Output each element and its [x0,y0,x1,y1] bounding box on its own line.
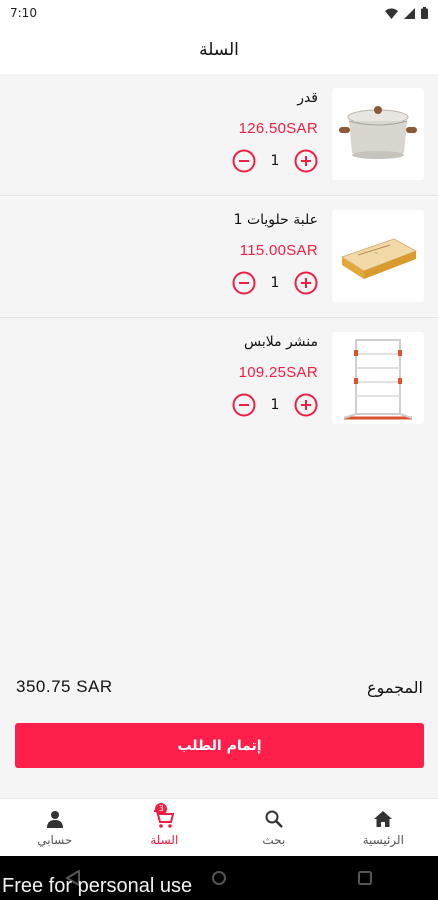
quantity-value: 1 [270,275,280,291]
bottom-nav: حسابي 3 السلة بحث الرئيسية [0,798,438,856]
back-icon[interactable] [65,870,80,886]
nav-label: بحث [262,832,286,847]
item-name: علبة حلويات 1 [233,212,318,228]
total-label: المجموع [367,677,423,697]
battery-icon [421,7,428,19]
cart-total: 350.75 SAR المجموع [0,670,438,704]
person-icon [44,809,66,829]
plus-icon [294,149,318,173]
item-price: 109.25SAR [238,364,318,381]
decrease-quantity-button[interactable] [232,149,256,173]
svg-text:~: ~ [374,251,378,257]
cart-list: قدر 126.50SAR 1 ~ علبة حلويات 1 115.00SA… [0,74,438,440]
nav-item-account[interactable]: حسابي [10,809,100,847]
item-price: 126.50SAR [238,120,318,137]
quantity-value: 1 [270,397,280,413]
system-nav-bar: Free for personal use [0,856,438,900]
cart-icon: 3 [153,802,175,829]
status-icons [385,7,428,19]
nav-item-cart[interactable]: 3 السلة [119,802,209,847]
minus-icon [232,271,256,295]
quantity-value: 1 [270,153,280,169]
cart-item: قدر 126.50SAR 1 [0,74,438,196]
cart-item: ~ علبة حلويات 1 115.00SAR 1 [0,196,438,318]
watermark-text: Free for personal use [2,875,193,897]
quantity-stepper: 1 [232,271,318,295]
product-image-sweets-box[interactable]: ~ [332,210,424,302]
app-header: السلة [0,26,438,74]
home-icon [372,809,394,829]
plus-icon [294,393,318,417]
quantity-stepper: 1 [232,149,318,173]
nav-label: السلة [150,832,179,847]
recents-icon[interactable] [358,871,373,885]
increase-quantity-button[interactable] [294,149,318,173]
status-bar: 7:10 [0,0,438,26]
item-name: قدر [297,90,318,106]
product-image-drying-rack[interactable] [332,332,424,424]
status-time: 7:10 [10,6,37,20]
wifi-icon [385,8,398,19]
signal-icon [404,7,415,19]
product-image-pot[interactable] [332,88,424,180]
cart-badge: 3 [155,802,168,815]
checkout-button[interactable]: إتمام الطلب [15,723,424,768]
nav-label: الرئيسية [362,832,404,847]
total-amount: 350.75 SAR [16,677,113,696]
cart-item: منشر ملابس 109.25SAR 1 [0,318,438,440]
page-title: السلة [199,40,239,60]
home-button-icon[interactable] [211,870,227,886]
plus-icon [294,271,318,295]
minus-icon [232,149,256,173]
item-price: 115.00SAR [239,242,318,259]
decrease-quantity-button[interactable] [232,393,256,417]
nav-item-home[interactable]: الرئيسية [338,809,428,847]
increase-quantity-button[interactable] [294,271,318,295]
nav-item-search[interactable]: بحث [229,809,319,847]
increase-quantity-button[interactable] [294,393,318,417]
item-name: منشر ملابس [244,334,318,350]
search-icon [263,809,285,829]
nav-label: حسابي [37,832,73,847]
quantity-stepper: 1 [232,393,318,417]
decrease-quantity-button[interactable] [232,271,256,295]
minus-icon [232,393,256,417]
checkout-button-label: إتمام الطلب [177,737,262,754]
